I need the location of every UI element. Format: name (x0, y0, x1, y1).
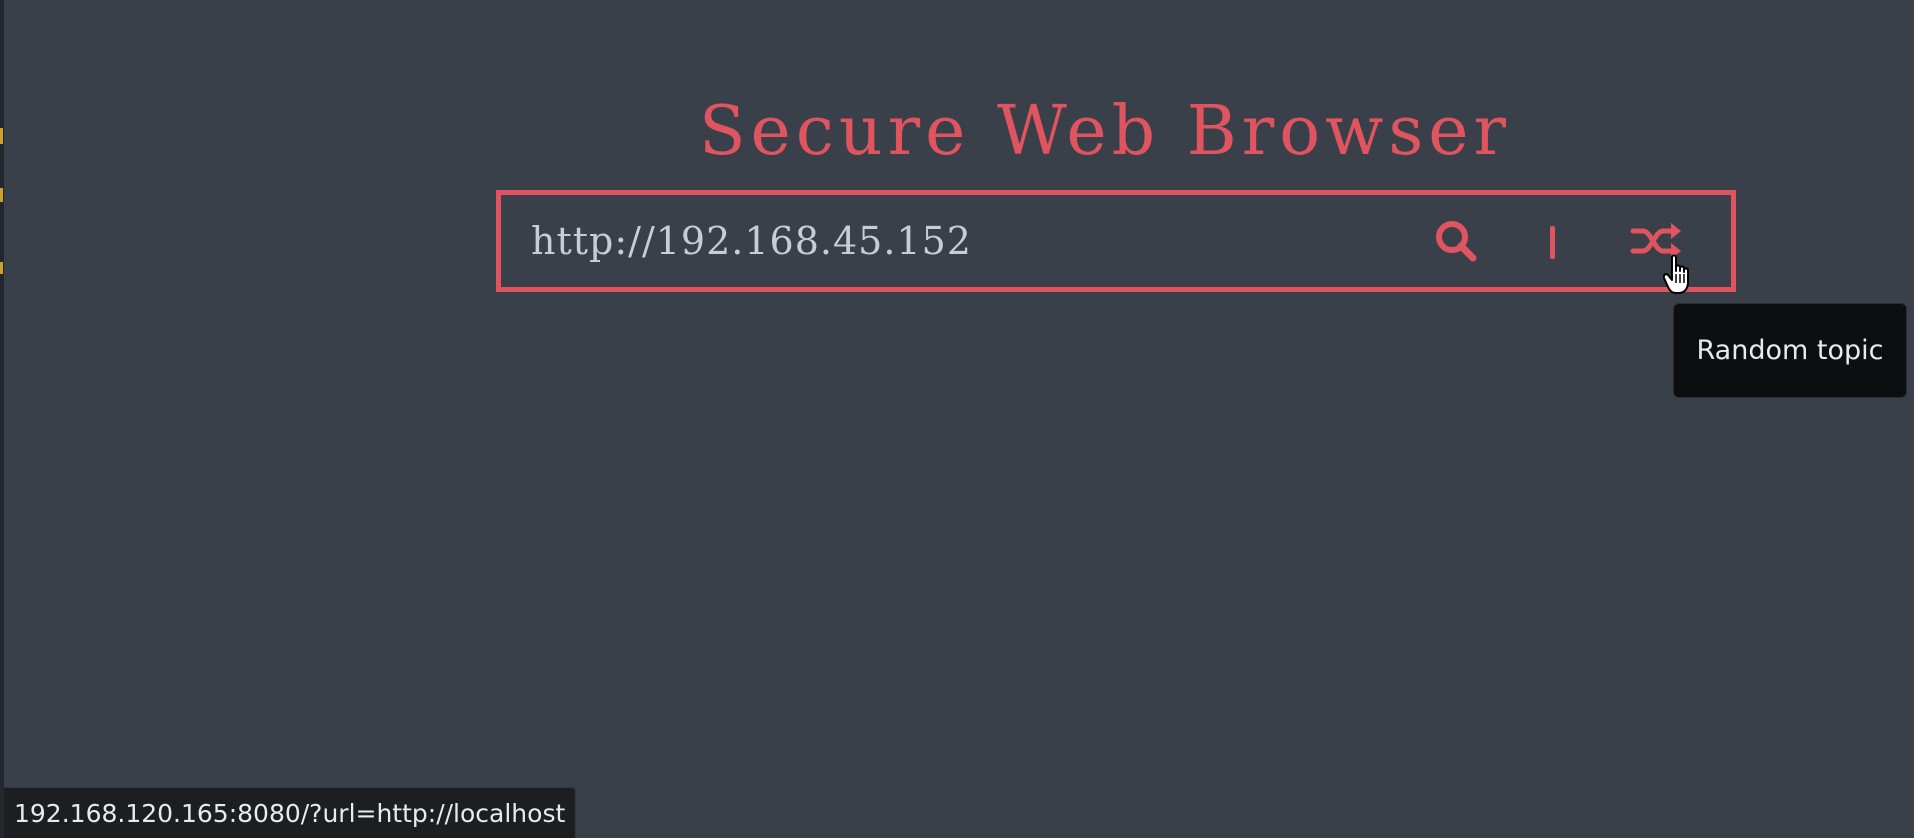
edge-mark (0, 188, 3, 202)
divider (1550, 226, 1555, 259)
search-icon (1436, 221, 1477, 262)
status-bar-url: 192.168.120.165:8080/?url=http://localho… (14, 798, 566, 828)
tooltip-text: Random topic (1696, 335, 1884, 366)
url-input[interactable] (531, 215, 1381, 267)
edge-mark (0, 262, 3, 274)
tooltip: Random topic (1673, 303, 1907, 398)
status-bar: 192.168.120.165:8080/?url=http://localho… (4, 787, 577, 838)
page-title: Secure Web Browser (698, 92, 1512, 171)
search-button[interactable] (1430, 215, 1482, 267)
hand-pointer-icon (1663, 254, 1689, 294)
search-bar (496, 190, 1736, 292)
